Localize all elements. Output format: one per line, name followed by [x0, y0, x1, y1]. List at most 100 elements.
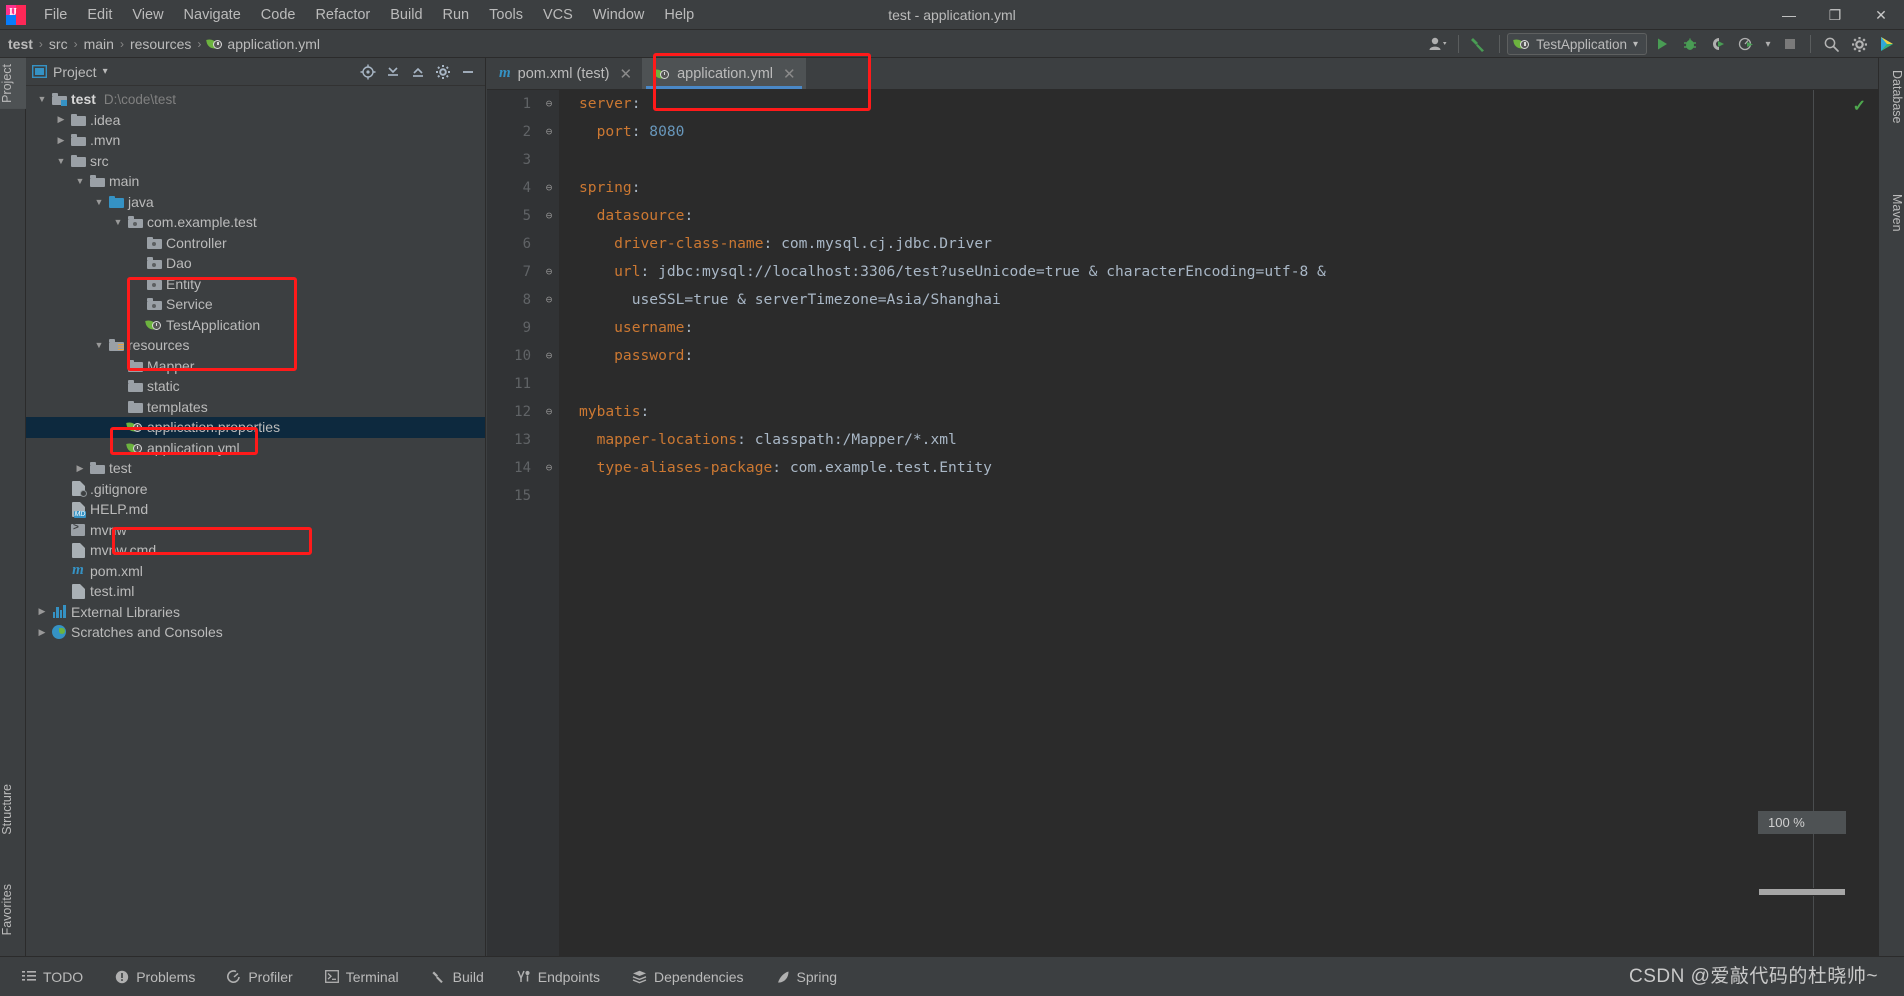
tree-node[interactable]: ▼ test D:\code\test — [26, 89, 485, 110]
horizontal-scrollbar-thumb[interactable] — [1758, 888, 1846, 896]
collapse-all-icon[interactable] — [407, 61, 429, 83]
menu-vcs[interactable]: VCS — [533, 3, 583, 27]
chevron-right-icon[interactable]: ▶ — [72, 463, 88, 474]
chevron-down-icon[interactable]: ▼ — [72, 176, 88, 186]
bottom-item-build[interactable]: Build — [427, 966, 488, 988]
chevron-down-icon[interactable]: ▼ — [53, 156, 69, 166]
code-line[interactable]: 9 username: — [487, 314, 1878, 342]
project-panel-title[interactable]: Project ▾ — [32, 64, 108, 80]
tree-node[interactable]: application.properties — [26, 417, 485, 438]
project-tree[interactable]: ▼ test D:\code\test ▶ .idea ▶ .mvn ▼ src ▼ main ▼ ja… — [26, 86, 485, 956]
chevron-right-icon[interactable]: ▶ — [34, 606, 50, 617]
tree-node[interactable]: Service — [26, 294, 485, 315]
tree-node[interactable]: MD HELP.md — [26, 499, 485, 520]
sidebar-item-database[interactable]: Database — [1878, 64, 1904, 130]
tree-node[interactable]: test.iml — [26, 581, 485, 602]
code-fold-icon[interactable]: ⊖ — [543, 174, 555, 202]
gear-icon[interactable] — [1846, 32, 1872, 56]
code-content[interactable]: 1 ⊖ server: 2 ⊖ port: 8080 3 4 ⊖ spring: 5 ⊖ datas… — [487, 90, 1878, 956]
tree-node[interactable]: ▶ .mvn — [26, 130, 485, 151]
tree-node[interactable]: TestApplication — [26, 315, 485, 336]
menu-tools[interactable]: Tools — [479, 3, 533, 27]
tree-node[interactable]: ▶ External Libraries — [26, 602, 485, 623]
chevron-right-icon[interactable]: ▶ — [34, 627, 50, 638]
code-line[interactable]: 1 ⊖ server: — [487, 90, 1878, 118]
maximize-button[interactable]: ❐ — [1812, 0, 1858, 30]
bottom-item-problems[interactable]: Problems — [111, 966, 199, 988]
code-fold-icon[interactable]: ⊖ — [543, 342, 555, 370]
menu-help[interactable]: Help — [654, 3, 704, 27]
tab-pom-xml[interactable]: m pom.xml (test) ✕ — [487, 58, 642, 89]
tree-node[interactable]: ▼ com.example.test — [26, 212, 485, 233]
code-line[interactable]: 10 ⊖ password: — [487, 342, 1878, 370]
tree-node[interactable]: ▼ src — [26, 151, 485, 172]
select-opened-file-icon[interactable] — [357, 61, 379, 83]
tree-node[interactable]: Dao — [26, 253, 485, 274]
menu-window[interactable]: Window — [583, 3, 655, 27]
inspection-status-icon[interactable]: ✓ — [1853, 96, 1866, 116]
tree-node[interactable]: templates — [26, 397, 485, 418]
code-line[interactable]: 14 ⊖ type-aliases-package: com.example.te… — [487, 454, 1878, 482]
code-fold-icon[interactable]: ⊖ — [543, 118, 555, 146]
chevron-right-icon[interactable]: ▶ — [53, 135, 69, 146]
menu-run[interactable]: Run — [433, 3, 480, 27]
menu-edit[interactable]: Edit — [77, 3, 122, 27]
bottom-item-todo[interactable]: TODO — [18, 966, 87, 988]
chevron-right-icon[interactable]: ▶ — [53, 114, 69, 125]
code-line[interactable]: 2 ⊖ port: 8080 — [487, 118, 1878, 146]
debug-icon[interactable] — [1677, 32, 1703, 56]
profiler-icon[interactable] — [1733, 32, 1759, 56]
tree-node[interactable]: ▼ resources — [26, 335, 485, 356]
run-configuration-selector[interactable]: TestApplication ▾ — [1507, 33, 1647, 55]
tree-node[interactable]: ▶ test — [26, 458, 485, 479]
bottom-item-dependencies[interactable]: Dependencies — [628, 966, 748, 988]
sidebar-item-favorites[interactable]: Favorites — [0, 878, 26, 941]
tree-node[interactable]: mvnw.cmd — [26, 540, 485, 561]
close-button[interactable]: ✕ — [1858, 0, 1904, 30]
menu-file[interactable]: File — [34, 3, 77, 27]
code-fold-icon[interactable]: ⊖ — [543, 286, 555, 314]
bottom-item-endpoints[interactable]: Endpoints — [512, 966, 604, 988]
ide-updates-icon[interactable] — [1874, 32, 1900, 56]
stop-icon[interactable] — [1777, 32, 1803, 56]
tree-node[interactable]: ▶ .idea — [26, 110, 485, 131]
menu-navigate[interactable]: Navigate — [174, 3, 251, 27]
breadcrumb-item-application-yml[interactable]: application.yml — [203, 34, 324, 54]
tab-application-yml[interactable]: application.yml ✕ — [642, 58, 806, 89]
tree-node[interactable]: mvnw — [26, 520, 485, 541]
breadcrumb-item-main[interactable]: main — [80, 34, 118, 54]
tree-node[interactable]: Controller — [26, 233, 485, 254]
code-line[interactable]: 3 — [487, 146, 1878, 174]
code-line[interactable]: 4 ⊖ spring: — [487, 174, 1878, 202]
code-line[interactable]: 13 mapper-locations: classpath:/Mapper/*… — [487, 426, 1878, 454]
close-icon[interactable]: ✕ — [620, 65, 633, 83]
code-line[interactable]: 8 ⊖ useSSL=true & serverTimezone=Asia/Sha… — [487, 286, 1878, 314]
run-with-coverage-icon[interactable] — [1705, 32, 1731, 56]
menu-refactor[interactable]: Refactor — [305, 3, 380, 27]
tree-node[interactable]: application.yml — [26, 438, 485, 459]
tree-node[interactable]: ▼ main — [26, 171, 485, 192]
bottom-item-terminal[interactable]: Terminal — [321, 966, 403, 988]
tree-node[interactable]: Entity — [26, 274, 485, 295]
tree-node[interactable]: static — [26, 376, 485, 397]
breadcrumb-item-resources[interactable]: resources — [126, 34, 195, 54]
tree-node[interactable]: ▶ Scratches and Consoles — [26, 622, 485, 643]
tree-node[interactable]: .gitignore — [26, 479, 485, 500]
close-icon[interactable]: ✕ — [783, 65, 796, 83]
sidebar-item-structure[interactable]: Structure — [0, 778, 26, 841]
chevron-down-icon[interactable]: ▼ — [91, 340, 107, 350]
tree-node[interactable]: ▼ java — [26, 192, 485, 213]
sidebar-item-project[interactable]: Project — [0, 58, 26, 109]
menu-view[interactable]: View — [122, 3, 173, 27]
code-line[interactable]: 12 ⊖ mybatis: — [487, 398, 1878, 426]
profiler-dropdown-caret[interactable]: ▾ — [1761, 32, 1775, 56]
menu-code[interactable]: Code — [251, 3, 306, 27]
code-fold-icon[interactable]: ⊖ — [543, 454, 555, 482]
minimize-button[interactable]: — — [1766, 0, 1812, 30]
breadcrumb-item-test[interactable]: test — [4, 34, 37, 54]
code-fold-icon[interactable]: ⊖ — [543, 398, 555, 426]
code-line[interactable]: 6 driver-class-name: com.mysql.cj.jdbc.D… — [487, 230, 1878, 258]
bottom-item-spring[interactable]: Spring — [772, 966, 841, 988]
tree-node[interactable]: m pom.xml — [26, 561, 485, 582]
chevron-down-icon[interactable]: ▼ — [34, 94, 50, 104]
